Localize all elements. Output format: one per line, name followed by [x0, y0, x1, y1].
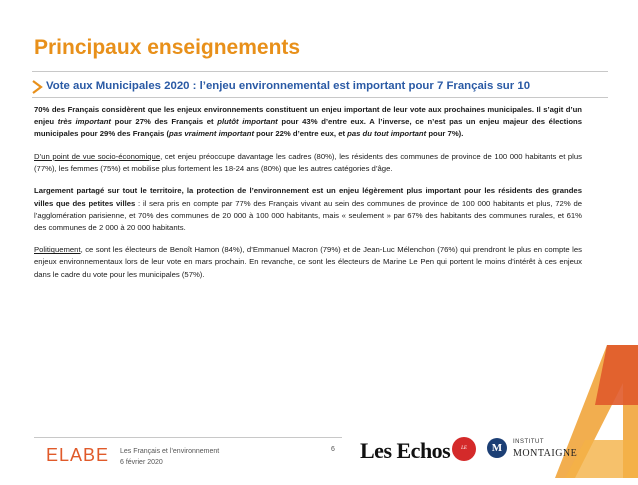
p1-b: très important [57, 117, 111, 127]
elabe-logo: ELABE [46, 445, 110, 465]
montaigne-emblem: M [487, 438, 507, 458]
le-parisien-logo: LE PARISIEN [452, 437, 476, 475]
footer-date: 6 février 2020 [120, 459, 163, 466]
footer-info: Les Français et l’environnement 6 févrie… [120, 446, 219, 468]
page-title: Principaux enseignements [34, 36, 301, 59]
p1-c: pour 27% des Français et [111, 117, 218, 127]
p2-a: D’un point de vue socio-économique [34, 151, 161, 161]
chevron-right-icon [32, 80, 43, 94]
paragraph-socio-economic: D’un point de vue socio-économique, cet … [34, 151, 582, 175]
body-text: 70% des Français considèrent que les enj… [34, 104, 582, 291]
page-number: 6 [331, 446, 335, 453]
p1-d: plutôt important [217, 117, 278, 127]
footer-divider [34, 437, 306, 438]
section-subtitle: Vote aux Municipales 2020 : l’enjeu envi… [46, 80, 531, 92]
institut-label: INSTITUT [513, 439, 544, 445]
paragraph-overview: 70% des Français considèrent que les enj… [34, 104, 582, 140]
montaigne-label: MONTAIGNE [513, 448, 578, 459]
footer-divider-right [306, 437, 342, 438]
footer-report-title: Les Français et l’environnement [120, 448, 220, 455]
p1-f: pas vraiment important [169, 129, 255, 139]
p4-a: Politiquement [34, 245, 81, 255]
paragraph-politics: Politiquement, ce sont les électeurs de … [34, 244, 582, 280]
title-divider [32, 71, 608, 72]
p1-g: pour 22% d’entre eux, et [254, 129, 348, 139]
p1-i: pour 7%). [426, 129, 464, 139]
les-echos-logo: Les Echos [360, 438, 451, 463]
paragraph-territory: Largement partagé sur tout le territoire… [34, 185, 582, 233]
p4-b: , ce sont les électeurs de Benoît Hamon … [34, 245, 582, 279]
p1-h: pas du tout important [347, 129, 427, 139]
subtitle-divider [32, 97, 608, 98]
